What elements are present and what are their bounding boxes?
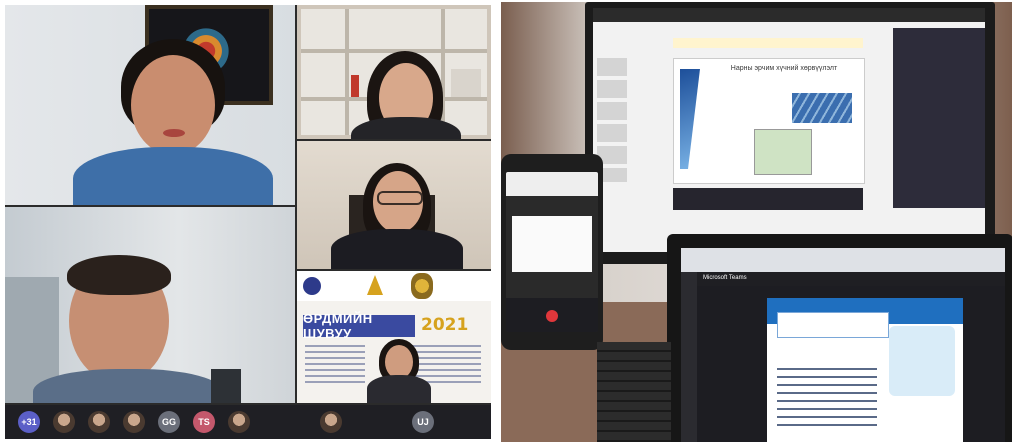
illustration (889, 326, 955, 396)
participant-video-tile (297, 141, 491, 269)
laptop: Microsoft Teams (667, 234, 1012, 442)
participant-avatar[interactable] (320, 411, 342, 433)
teams-header: Microsoft Teams (697, 272, 1005, 286)
participant-avatar[interactable]: TS (193, 411, 215, 433)
participant-avatar[interactable] (228, 411, 250, 433)
window-titlebar (593, 8, 985, 22)
notification-bar (673, 38, 863, 48)
keyboard (597, 342, 671, 442)
monitor-screen: Нарны эрчим хүчний хөрвүүлэлт (593, 8, 985, 252)
logo-icon (303, 277, 321, 295)
poster-logos (297, 271, 491, 301)
slide-accent (680, 69, 700, 169)
slide-text-lines (777, 368, 877, 428)
shared-slide (767, 298, 963, 442)
teams-sidebar (681, 272, 697, 442)
logo-icon (411, 273, 433, 299)
smartphone (501, 154, 603, 350)
end-call-icon (546, 310, 558, 322)
browser-tabbar (681, 248, 1005, 272)
slide-text-box (777, 312, 889, 338)
solar-panel-image (792, 93, 852, 123)
diagram-image (754, 129, 812, 175)
meeting-controls (673, 188, 863, 210)
video-call-screenshot: ӨРДМИЙН ШУВУУ 2021 +31 GG TS UJ (5, 5, 491, 439)
participant-avatar[interactable]: +31 (18, 411, 40, 433)
laptop-screen: Microsoft Teams (681, 248, 1005, 442)
glasses-icon (377, 191, 423, 205)
logo-icon (367, 275, 383, 295)
teams-app-name: Microsoft Teams (703, 275, 747, 281)
slide-title: Нарны эрчим хүчний хөрвүүлэлт (730, 65, 838, 72)
participant-strip: +31 GG TS UJ (5, 405, 491, 439)
participant-avatar[interactable] (123, 411, 145, 433)
participant-video-tile (297, 5, 491, 139)
participant-avatar[interactable] (53, 411, 75, 433)
poster-title: ӨРДМИЙН ШУВУУ (303, 311, 415, 341)
phone-screen (506, 172, 598, 332)
poster-text-block (305, 345, 365, 385)
participant-avatar[interactable]: GG (158, 411, 180, 433)
participant-avatar[interactable] (88, 411, 110, 433)
shared-poster-tile: ӨРДМИЙН ШУВУУ 2021 (297, 271, 491, 403)
poster-year: 2021 (421, 315, 469, 335)
desktop-monitor: Нарны эрчим хүчний хөрвүүлэлт (585, 2, 995, 264)
desk-photo: Нарны эрчим хүчний хөрвүүлэлт Microsoft … (501, 2, 1012, 442)
participant-video-tile (5, 5, 295, 205)
participant-video-tile (5, 207, 295, 403)
monitor (211, 369, 241, 403)
shared-slide: Нарны эрчим хүчний хөрвүүлэлт (673, 58, 865, 184)
participant-avatar[interactable]: UJ (412, 411, 434, 433)
chat-panel (893, 28, 985, 208)
